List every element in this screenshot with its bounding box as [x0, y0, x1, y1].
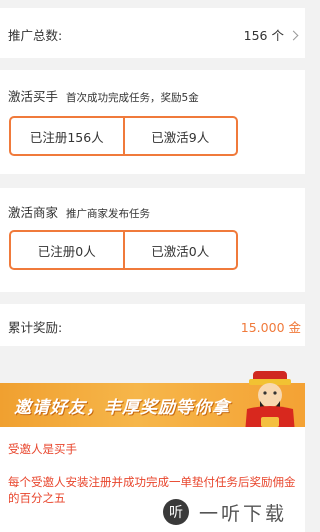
merchant-registered-button[interactable]: 已注册0人 [11, 232, 123, 268]
info-line-1: 受邀人是买手 [8, 442, 77, 456]
watermark: 听 一听下载 [155, 492, 305, 532]
total-row[interactable]: 推广总数: 156 个 [0, 8, 305, 58]
watermark-text: 一听下载 [199, 502, 288, 525]
buyer-section: 激活买手 首次成功完成任务，奖励5金 已注册156人 已激活9人 [0, 70, 305, 174]
total-label: 推广总数: [8, 28, 63, 43]
merchant-activated-button[interactable]: 已激活0人 [125, 232, 237, 268]
merchant-subtitle: 推广商家发布任务 [66, 208, 151, 220]
invite-banner[interactable]: 邀请好友，丰厚奖励等你拿 [0, 371, 305, 433]
merchant-section: 激活商家 推广商家发布任务 已注册0人 已激活0人 [0, 188, 305, 292]
reward-value: 15.000 金 [240, 320, 301, 335]
total-count: 156 个 [243, 28, 284, 43]
merchant-header: 激活商家 推广商家发布任务 [8, 202, 150, 221]
buyer-title: 激活买手 [8, 89, 59, 104]
reward-label: 累计奖励: [8, 320, 63, 335]
reward-row: 累计奖励: 15.000 金 [0, 304, 305, 346]
watermark-logo: 听 [163, 499, 189, 525]
buyer-stats: 已注册156人 已激活9人 [9, 116, 238, 156]
buyer-activated-button[interactable]: 已激活9人 [125, 118, 237, 154]
merchant-stats: 已注册0人 已激活0人 [9, 230, 238, 270]
buyer-header: 激活买手 首次成功完成任务，奖励5金 [8, 86, 199, 105]
banner-text: 邀请好友，丰厚奖励等你拿 [14, 398, 230, 418]
merchant-title: 激活商家 [8, 205, 59, 220]
chevron-right-icon [288, 30, 299, 41]
buyer-subtitle: 首次成功完成任务，奖励5金 [66, 92, 199, 104]
total-value: 156 个 [243, 25, 299, 44]
buyer-registered-button[interactable]: 已注册156人 [11, 118, 123, 154]
fortune-god-icon [245, 371, 295, 433]
